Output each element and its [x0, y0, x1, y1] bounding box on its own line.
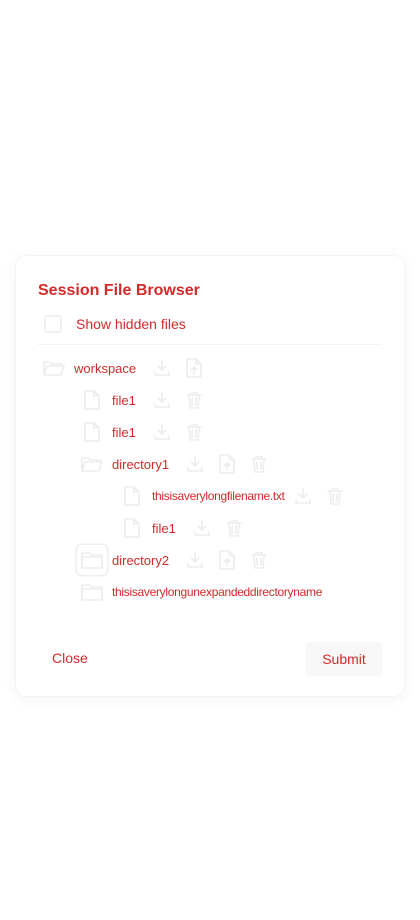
download-icon[interactable] [179, 448, 211, 480]
tree-label-workspace[interactable]: workspace [74, 361, 136, 376]
upload-file-icon[interactable] [211, 448, 243, 480]
trash-icon[interactable] [319, 480, 351, 512]
tree-row-long-file[interactable]: thisisaverylongfilename.txt [116, 480, 351, 512]
download-icon[interactable] [146, 416, 178, 448]
file-icon [76, 416, 108, 448]
show-hidden-files-label[interactable]: Show hidden files [76, 316, 186, 332]
submit-button[interactable]: Submit [306, 642, 382, 676]
download-icon[interactable] [179, 544, 211, 576]
trash-icon[interactable] [178, 384, 210, 416]
folder-icon [76, 576, 108, 608]
tree-label-file2[interactable]: file1 [112, 425, 136, 440]
file-browser-dialog: Session File Browser Show hidden files w… [16, 256, 404, 696]
download-icon[interactable] [146, 352, 178, 384]
file-icon [116, 512, 148, 544]
tree-row-file1[interactable]: file1 [76, 384, 210, 416]
download-icon[interactable] [186, 512, 218, 544]
show-hidden-files-row[interactable]: Show hidden files [44, 314, 186, 334]
tree-row-directory1[interactable]: directory1 [76, 448, 275, 480]
divider [38, 344, 382, 345]
show-hidden-files-checkbox[interactable] [44, 315, 62, 333]
folder-open-icon [76, 448, 108, 480]
file-icon [116, 480, 148, 512]
upload-file-icon[interactable] [178, 352, 210, 384]
trash-icon[interactable] [243, 448, 275, 480]
folder-open-icon [38, 352, 70, 384]
tree-label-file1[interactable]: file1 [112, 393, 136, 408]
tree-row-long-directory[interactable]: thisisaverylongunexpandeddirectoryname [76, 576, 322, 608]
tree-row-workspace[interactable]: workspace [38, 352, 210, 384]
trash-icon[interactable] [178, 416, 210, 448]
file-icon [76, 384, 108, 416]
trash-icon[interactable] [243, 544, 275, 576]
upload-file-icon[interactable] [211, 544, 243, 576]
folder-icon[interactable] [76, 544, 108, 576]
trash-icon[interactable] [218, 512, 250, 544]
tree-label-directory2[interactable]: directory2 [112, 553, 169, 568]
tree-label-directory1[interactable]: directory1 [112, 457, 169, 472]
download-icon[interactable] [146, 384, 178, 416]
tree-row-directory2[interactable]: directory2 [76, 544, 275, 576]
download-icon[interactable] [287, 480, 319, 512]
dialog-title: Session File Browser [38, 282, 200, 299]
close-button[interactable]: Close [40, 642, 100, 674]
tree-label-long-directory[interactable]: thisisaverylongunexpandeddirectoryname [112, 585, 322, 599]
tree-label-dir1-file1[interactable]: file1 [152, 521, 176, 536]
tree-label-long-file[interactable]: thisisaverylongfilename.txt [152, 489, 285, 503]
tree-row-file2[interactable]: file1 [76, 416, 210, 448]
tree-row-dir1-file1[interactable]: file1 [116, 512, 250, 544]
